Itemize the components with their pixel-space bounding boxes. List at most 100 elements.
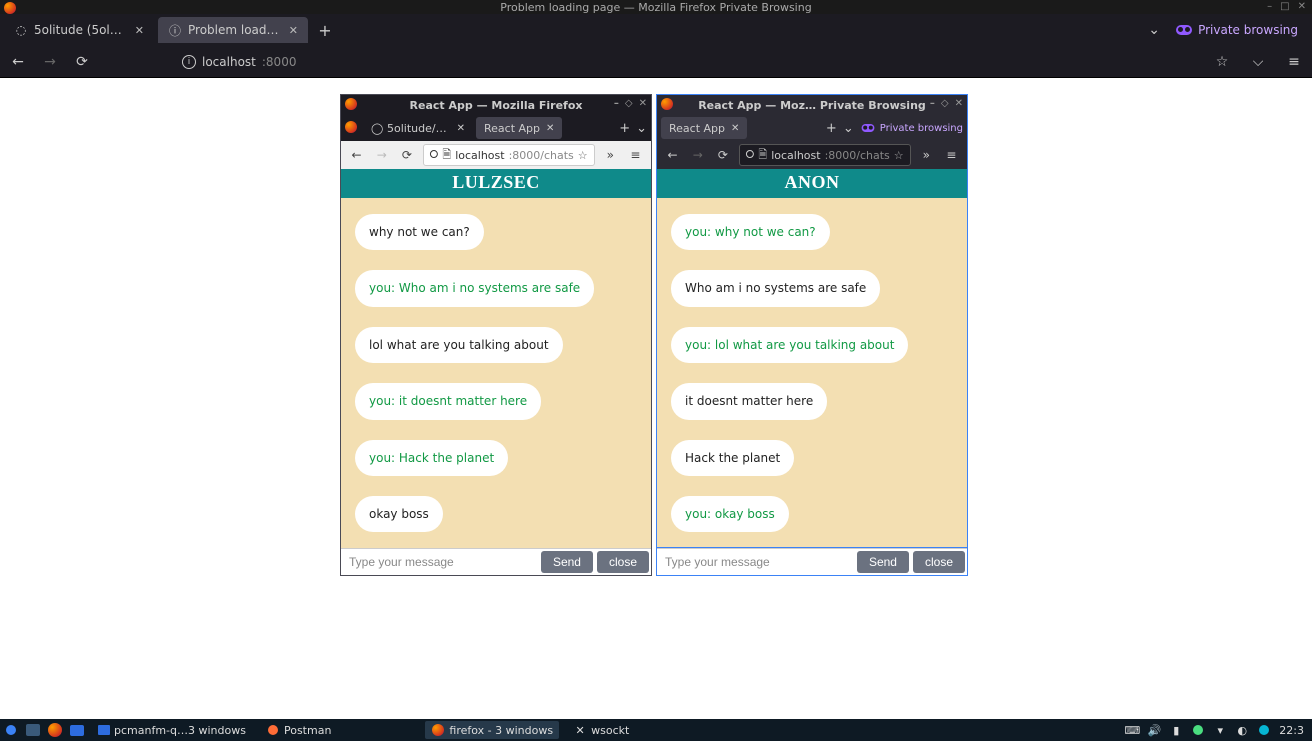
close-tab-icon[interactable]: ✕ [135, 24, 144, 37]
shield-icon[interactable]: ⭘ [430, 148, 439, 162]
close-tab-icon[interactable]: ✕ [731, 123, 739, 134]
message-input[interactable] [341, 549, 539, 575]
site-info-icon[interactable]: i [182, 55, 196, 69]
outer-titlebar: Problem loading page — Mozilla Firefox P… [0, 0, 1312, 14]
tray-icon[interactable] [1257, 723, 1271, 737]
back-button[interactable]: ← [663, 145, 682, 165]
chat-messages: why not we can? you: Who am i no systems … [341, 198, 651, 548]
chat-title: ANON [657, 169, 967, 198]
postman-icon [266, 723, 280, 737]
inner-tab-0[interactable]: ◯ 5olitude/webso ✕ [363, 117, 473, 139]
inner-title-text: React App — Moz… Private Browsing [698, 99, 926, 112]
send-button[interactable]: Send [541, 551, 593, 573]
chat-bubble: you: why not we can? [671, 214, 830, 250]
terminal-icon: ✕ [573, 723, 587, 737]
battery-icon[interactable]: ◐ [1235, 723, 1249, 737]
chat-bubble: why not we can? [355, 214, 484, 250]
new-tab-button[interactable]: + [312, 17, 338, 43]
url-port: :8000 [262, 55, 297, 69]
window-controls[interactable]: –◇✕ [614, 98, 647, 109]
inner-toolbar: ← → ⟳ ⭘ 🗎 localhost:8000/chats ☆ » ≡ [657, 141, 967, 169]
firefox-icon[interactable] [48, 723, 62, 737]
outer-tab-1[interactable]: ⓘ Problem loading page ✕ [158, 17, 308, 43]
overflow-icon[interactable]: » [917, 145, 936, 165]
maximize-icon[interactable]: □ [1280, 1, 1289, 12]
chat-bubble: it doesnt matter here [671, 383, 827, 419]
address-bar[interactable]: ⭘ 🗎 localhost:8000/chats ☆ [739, 144, 911, 166]
pocket-icon[interactable]: ⌵ [1246, 50, 1270, 74]
forward-button[interactable]: → [38, 50, 62, 74]
network-icon[interactable]: ▾ [1213, 723, 1227, 737]
minimize-icon[interactable]: – [1267, 1, 1272, 12]
inner-tabstrip: ◯ 5olitude/webso ✕ React App ✕ + ⌄ [341, 115, 651, 141]
address-bar[interactable]: i localhost :8000 [182, 55, 296, 69]
inner-tab-0[interactable]: React App ✕ [661, 117, 747, 139]
chat-bubble: lol what are you talking about [355, 327, 563, 363]
close-tab-icon[interactable]: ✕ [289, 24, 298, 37]
window-controls[interactable]: – □ ✕ [1267, 1, 1306, 12]
volume-icon[interactable]: 🔊 [1147, 723, 1161, 737]
chat-app: LULZSEC why not we can?you: Who am i no … [341, 169, 651, 575]
back-button[interactable]: ← [347, 145, 366, 165]
outer-tabstrip: ◌ 5olitude (5olitude) / Repo ✕ ⓘ Problem… [0, 14, 1312, 46]
menu-icon[interactable]: ≡ [626, 145, 645, 165]
taskbar-clock[interactable]: 22:3 [1279, 724, 1304, 737]
site-info-icon[interactable]: 🗎 [758, 146, 767, 165]
url-host: localhost [202, 55, 256, 69]
inner-window-left: React App — Mozilla Firefox –◇✕ ◯ 5olitu… [340, 94, 652, 576]
taskbar-item-label: Postman [284, 724, 331, 737]
close-button[interactable]: close [597, 551, 649, 573]
close-button[interactable]: close [913, 551, 965, 573]
list-tabs-icon[interactable]: ⌄ [1142, 18, 1166, 42]
back-button[interactable]: ← [6, 50, 30, 74]
you-prefix: you: Who am i no systems are safe [369, 281, 580, 295]
window-controls[interactable]: –◇✕ [930, 98, 963, 109]
new-tab-button[interactable]: + [826, 121, 837, 136]
reload-button[interactable]: ⟳ [70, 50, 94, 74]
you-prefix: you: it doesnt matter here [369, 394, 527, 408]
firefox-icon [4, 2, 14, 12]
forward-button[interactable]: → [688, 145, 707, 165]
list-tabs-icon[interactable]: ⌄ [843, 121, 854, 136]
new-tab-button[interactable]: + [619, 121, 630, 136]
list-tabs-icon[interactable]: ⌄ [636, 121, 647, 136]
reload-button[interactable]: ⟳ [397, 145, 416, 165]
filemanager-icon[interactable] [70, 725, 84, 736]
close-icon[interactable]: ✕ [1298, 1, 1306, 12]
tray-icon[interactable]: ▮ [1169, 723, 1183, 737]
taskbar-item-postman[interactable]: Postman [260, 721, 337, 739]
inner-titlebar[interactable]: React App — Mozilla Firefox –◇✕ [341, 95, 651, 115]
tray-icon[interactable] [1191, 723, 1205, 737]
address-bar[interactable]: ⭘ 🗎 localhost:8000/chats ☆ [423, 144, 595, 166]
shield-icon[interactable]: ⭘ [746, 148, 755, 162]
chat-messages: you: why not we can?Who am i no systems … [657, 198, 967, 548]
close-tab-icon[interactable]: ✕ [457, 123, 465, 134]
bookmark-star-icon[interactable]: ☆ [1210, 50, 1234, 74]
site-info-icon[interactable]: 🗎 [442, 146, 451, 165]
taskbar-item-pcmanfm[interactable]: pcmanfm-q…3 windows [92, 721, 252, 739]
menu-icon[interactable]: ≡ [1282, 50, 1306, 74]
reload-button[interactable]: ⟳ [713, 145, 732, 165]
taskbar-item-wsockt[interactable]: ✕ wsockt [567, 721, 635, 739]
bookmark-star-icon[interactable]: ☆ [578, 149, 588, 162]
menu-icon[interactable]: ≡ [942, 145, 961, 165]
desktop-icon[interactable] [26, 724, 40, 736]
private-browsing-indicator: Private browsing [1176, 23, 1298, 37]
outer-tab-0[interactable]: ◌ 5olitude (5olitude) / Repo ✕ [4, 17, 154, 43]
keyboard-icon[interactable]: ⌨ [1125, 723, 1139, 737]
bookmark-star-icon[interactable]: ☆ [894, 149, 904, 162]
mask-icon [861, 124, 874, 132]
inner-titlebar[interactable]: React App — Moz… Private Browsing –◇✕ [657, 95, 967, 115]
chat-footer: Send close [341, 548, 651, 575]
taskbar-item-firefox[interactable]: firefox - 3 windows [425, 721, 559, 739]
start-menu-icon[interactable] [4, 723, 18, 737]
message-input[interactable] [657, 549, 855, 575]
inner-tab-1[interactable]: React App ✕ [476, 117, 562, 139]
close-tab-icon[interactable]: ✕ [546, 123, 554, 134]
outer-toolbar: ← → ⟳ i localhost :8000 ☆ ⌵ ≡ [0, 46, 1312, 78]
overflow-icon[interactable]: » [601, 145, 620, 165]
chat-bubble: you: lol what are you talking about [671, 327, 908, 363]
send-button[interactable]: Send [857, 551, 909, 573]
tab-label: 5olitude/webso [387, 122, 451, 135]
forward-button[interactable]: → [372, 145, 391, 165]
